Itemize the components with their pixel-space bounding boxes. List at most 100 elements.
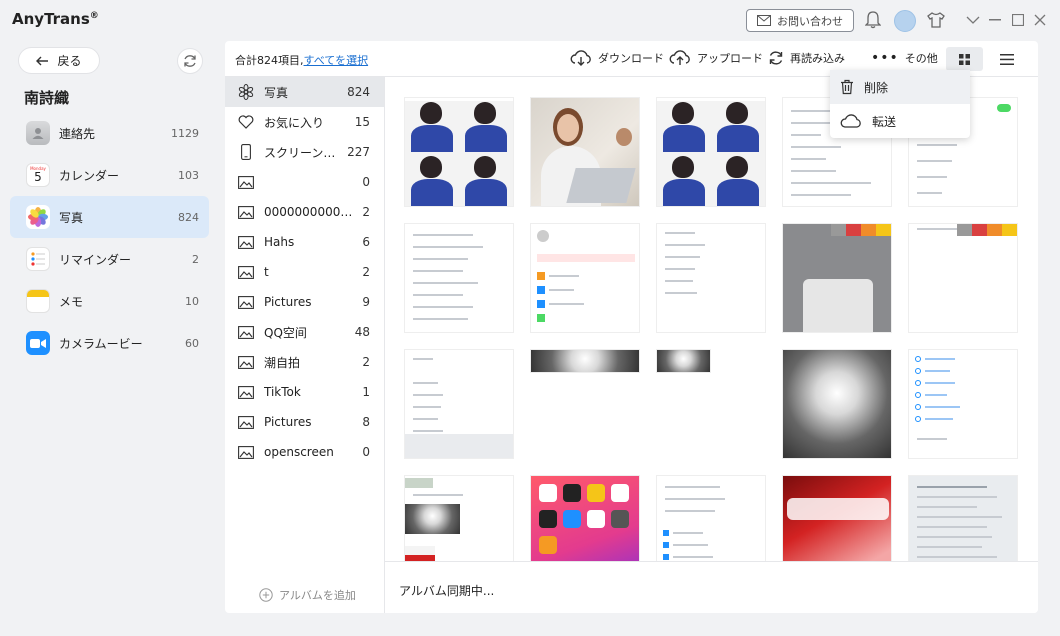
sidebar-item-notes[interactable]: メモ 10 xyxy=(10,280,209,322)
photo-thumbnail[interactable] xyxy=(656,349,711,373)
cloud-transfer-icon xyxy=(840,114,861,128)
sidebar-item-label: カメラムービー xyxy=(59,336,143,351)
album-item-3[interactable]: 0 xyxy=(225,167,384,197)
album-item-11[interactable]: Pictures 8 xyxy=(225,407,384,437)
album-count: 0 xyxy=(362,175,370,189)
sidebar-item-count: 103 xyxy=(178,168,199,182)
delete-menu-item[interactable]: 削除 xyxy=(830,70,970,104)
image-icon xyxy=(237,384,255,400)
sidebar-item-camera-movies[interactable]: カメラムービー 60 xyxy=(10,322,209,364)
album-count: 48 xyxy=(354,325,370,339)
photo-thumbnail[interactable] xyxy=(908,475,1018,561)
photo-thumbnail[interactable] xyxy=(782,349,892,459)
contact-button[interactable]: お問い合わせ xyxy=(746,9,854,32)
photo-thumbnail[interactable] xyxy=(782,475,892,561)
chevron-down-icon[interactable] xyxy=(963,10,983,30)
bell-icon[interactable] xyxy=(863,10,883,30)
photo-thumbnail[interactable] xyxy=(530,349,640,373)
sidebar-item-count: 824 xyxy=(178,210,199,224)
sidebar-item-calendar[interactable]: Monday 5 カレンダー 103 xyxy=(10,154,209,196)
album-item-5[interactable]: Hahs 6 xyxy=(225,227,384,257)
sidebar-item-count: 60 xyxy=(185,336,199,350)
album-label: t xyxy=(264,265,269,279)
shirt-icon[interactable] xyxy=(926,10,946,30)
album-item-8[interactable]: QQ空间 48 xyxy=(225,317,384,347)
album-label: TikTok xyxy=(264,385,301,399)
album-item-12[interactable]: openscreen 0 xyxy=(225,437,384,467)
photo-thumbnail[interactable] xyxy=(908,223,1018,333)
total-items: 合計824項目,すべてを選択 xyxy=(235,54,369,67)
image-icon xyxy=(237,324,255,340)
photo-thumbnail[interactable] xyxy=(404,223,514,333)
sidebar-item-count: 2 xyxy=(192,252,199,266)
sidebar-item-label: 写真 xyxy=(59,210,84,225)
photo-thumbnail[interactable] xyxy=(404,97,514,207)
add-album-button[interactable]: アルバムを追加 xyxy=(259,587,356,603)
album-label: Pictures xyxy=(264,415,312,429)
grid-view-button[interactable] xyxy=(946,47,983,71)
heart-icon xyxy=(237,114,255,130)
photo-thumbnail[interactable] xyxy=(908,349,1018,459)
image-icon xyxy=(237,174,255,190)
list-view-button[interactable] xyxy=(995,47,1019,71)
refresh-device-button[interactable] xyxy=(177,48,203,74)
album-label: Pictures xyxy=(264,295,312,309)
sidebar-item-label: カレンダー xyxy=(59,168,120,183)
image-icon xyxy=(237,204,255,220)
reload-button[interactable]: 再読み込み xyxy=(768,50,845,66)
mail-icon xyxy=(757,15,771,26)
album-item-6[interactable]: t 2 xyxy=(225,257,384,287)
download-button[interactable]: ダウンロード xyxy=(570,50,664,66)
back-button[interactable]: 戻る xyxy=(18,47,100,74)
sidebar-item-count: 10 xyxy=(185,294,199,308)
album-item-photos[interactable]: 写真 824 xyxy=(225,77,384,107)
photo-thumbnail[interactable] xyxy=(530,475,640,561)
album-count: 2 xyxy=(362,265,370,279)
album-count: 824 xyxy=(347,85,370,99)
album-item-favorites[interactable]: お気に入り 15 xyxy=(225,107,384,137)
select-all-link[interactable]: すべてを選択 xyxy=(304,54,369,67)
photo-thumbnail[interactable] xyxy=(656,223,766,333)
photo-thumbnail[interactable] xyxy=(656,475,766,561)
sidebar-item-reminders[interactable]: リマインダー 2 xyxy=(10,238,209,280)
photo-thumbnail[interactable] xyxy=(404,349,514,459)
upload-button[interactable]: アップロード xyxy=(669,50,763,66)
album-count: 8 xyxy=(362,415,370,429)
album-label: 00000000000... xyxy=(264,205,359,219)
more-dropdown-menu: 削除 転送 xyxy=(830,70,970,138)
album-item-10[interactable]: TikTok 1 xyxy=(225,377,384,407)
album-count: 15 xyxy=(354,115,370,129)
photo-thumbnail[interactable] xyxy=(530,223,640,333)
photo-thumbnail[interactable] xyxy=(404,475,514,561)
photo-grid xyxy=(385,77,1038,561)
photos-album-icon xyxy=(237,84,255,100)
maximize-icon[interactable] xyxy=(1008,10,1028,30)
image-icon xyxy=(237,294,255,310)
sidebar-item-photos[interactable]: 写真 824 xyxy=(10,196,209,238)
album-count: 0 xyxy=(362,445,370,459)
album-label: QQ空间 xyxy=(264,325,307,340)
photo-thumbnail[interactable] xyxy=(656,97,766,207)
minimize-icon[interactable] xyxy=(985,10,1005,30)
arrow-left-icon xyxy=(36,56,49,65)
avatar[interactable] xyxy=(894,10,916,32)
sidebar-item-contacts[interactable]: 連絡先 1129 xyxy=(10,112,209,154)
close-icon[interactable] xyxy=(1030,10,1050,30)
title-bar: AnyTrans® お問い合わせ xyxy=(0,0,1060,40)
refresh-icon xyxy=(184,55,196,67)
transfer-menu-item[interactable]: 転送 xyxy=(830,104,970,138)
album-label: openscreen xyxy=(264,445,334,459)
album-item-9[interactable]: 潮自拍 2 xyxy=(225,347,384,377)
album-count: 2 xyxy=(362,205,370,219)
image-icon xyxy=(237,354,255,370)
photo-thumbnail[interactable] xyxy=(782,223,892,333)
album-label: Hahs xyxy=(264,235,295,249)
more-button[interactable]: ••• その他 xyxy=(871,50,938,66)
album-item-screenshots[interactable]: スクリーンショ... 227 xyxy=(225,137,384,167)
album-item-7[interactable]: Pictures 9 xyxy=(225,287,384,317)
plus-circle-icon xyxy=(259,588,273,602)
album-item-4[interactable]: 00000000000... 2 xyxy=(225,197,384,227)
album-count: 2 xyxy=(362,355,370,369)
reminders-icon xyxy=(26,247,50,271)
photo-thumbnail[interactable] xyxy=(530,97,640,207)
